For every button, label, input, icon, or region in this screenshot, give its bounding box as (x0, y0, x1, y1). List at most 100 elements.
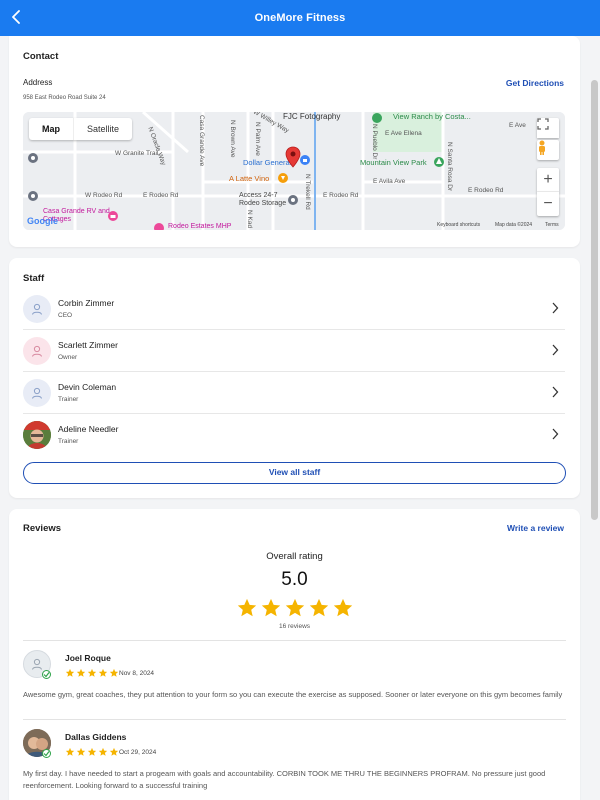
star-icon (309, 598, 328, 617)
map-toggle-map[interactable]: Map (29, 118, 73, 140)
staff-name: Adeline Needler (58, 424, 119, 434)
star-icon (333, 598, 352, 617)
review-date: Oct 29, 2024 (119, 749, 157, 756)
staff-name: Devin Coleman (58, 382, 117, 392)
street-view-button[interactable] (537, 140, 559, 160)
zoom-in-button[interactable]: + (537, 168, 559, 192)
star-icon (285, 598, 304, 617)
avatar (23, 337, 51, 365)
location-pin-icon[interactable] (285, 146, 301, 168)
staff-title: Staff (23, 273, 45, 284)
chevron-right-icon (552, 344, 559, 356)
keyboard-shortcuts-link[interactable]: Keyboard shortcuts (437, 222, 480, 228)
map-toggle-satellite[interactable]: Satellite (73, 118, 132, 140)
map-view[interactable]: Map Satellite W Willey Way N Oracle Way … (23, 112, 565, 230)
star-icon (65, 747, 75, 756)
map-label: N Santa Rosa Dr (446, 142, 453, 192)
staff-row-adeline[interactable]: Adeline Needler Trainer (23, 414, 565, 456)
star-icon (65, 668, 75, 677)
map-data-credit: Map data ©2024 (495, 222, 533, 228)
map-label: Mountain View Park (360, 158, 427, 167)
reviewer-name: Dallas Giddens (65, 732, 127, 742)
terms-link[interactable]: Terms (545, 222, 559, 228)
overall-stars (9, 597, 580, 619)
pegman-icon (539, 140, 545, 155)
back-button[interactable] (6, 6, 28, 28)
chevron-right-icon (552, 386, 559, 398)
user-placeholder-icon (32, 303, 42, 315)
user-placeholder-icon (32, 387, 42, 399)
profile-photo-icon (23, 421, 51, 449)
staff-role: CEO (58, 312, 73, 319)
scrollbar[interactable] (591, 80, 598, 520)
lodging-icon (108, 211, 118, 221)
review-count: 16 reviews (278, 623, 311, 630)
zoom-out-button[interactable]: − (537, 192, 559, 216)
map-label: E Rodeo Rd (143, 192, 179, 199)
write-review-link[interactable]: Write a review (507, 523, 564, 533)
review-text: Awesome gym, great coaches, they put att… (23, 690, 563, 699)
poi-icon (28, 191, 38, 201)
staff-row-corbin[interactable]: Corbin Zimmer CEO (23, 288, 565, 330)
star-icon (261, 598, 280, 617)
map-label: E Rodeo Rd (323, 192, 359, 199)
fullscreen-icon (537, 118, 549, 130)
fullscreen-button[interactable] (537, 118, 559, 138)
food-icon (278, 173, 288, 183)
get-directions-link[interactable]: Get Directions (506, 78, 564, 88)
content-area: Contact Address 958 East Rodeo Road Suit… (0, 36, 600, 800)
map-label: N Brown Ave (229, 120, 236, 158)
avatar (23, 295, 51, 323)
map-type-toggle: Map Satellite (29, 118, 133, 140)
star-icon (109, 668, 119, 677)
page-title: OneMore Fitness (254, 12, 346, 24)
chevron-right-icon (552, 428, 559, 440)
address-value: 958 East Rodeo Road Suite 24 (23, 95, 106, 101)
divider (23, 719, 566, 720)
staff-card: Staff Corbin Zimmer CEO Scarlett Zimmer … (9, 258, 580, 498)
view-all-staff-button[interactable]: View all staff (23, 462, 566, 484)
map-label: E Ave Ellena (385, 130, 422, 137)
address-label: Address (23, 78, 53, 87)
map-label: N Palm Ave (254, 122, 261, 156)
verified-badge (42, 749, 51, 758)
overall-rating-title: Overall rating (266, 551, 323, 562)
star-icon (76, 747, 86, 756)
poi-icon (288, 195, 298, 205)
avatar (23, 379, 51, 407)
verified-badge (42, 670, 51, 679)
contact-card: Contact Address 958 East Rodeo Road Suit… (9, 36, 580, 247)
star-icon (98, 668, 108, 677)
map-label: W Rodeo Rd (85, 192, 123, 199)
staff-row-scarlett[interactable]: Scarlett Zimmer Owner (23, 330, 565, 372)
chevron-left-icon (12, 10, 20, 24)
check-icon (43, 672, 50, 678)
app-header: OneMore Fitness (0, 0, 600, 36)
map-label: Casa Grande Ave (198, 115, 205, 167)
contact-title: Contact (23, 51, 59, 62)
map-label: FJC Fotography (283, 112, 341, 121)
map-label: Rodeo Estates MHP (168, 223, 232, 230)
staff-name: Corbin Zimmer (58, 298, 115, 308)
check-icon (43, 751, 50, 757)
poi-icon (28, 153, 38, 163)
divider (23, 640, 566, 641)
star-icon (237, 598, 256, 617)
chevron-right-icon (552, 302, 559, 314)
map-label: N Trekell Rd (304, 174, 311, 210)
map-label: N Kad (246, 210, 253, 229)
map-label: View Ranch by Costa... (393, 112, 471, 121)
star-icon (109, 747, 119, 756)
park-icon (372, 113, 382, 123)
staff-row-devin[interactable]: Devin Coleman Trainer (23, 372, 565, 414)
user-placeholder-icon (32, 345, 42, 357)
reviews-card: Reviews Write a review Overall rating 5.… (9, 509, 580, 800)
staff-name: Scarlett Zimmer (58, 340, 118, 350)
avatar-photo (23, 421, 51, 449)
map-label: E Rodeo Rd (468, 187, 504, 194)
star-icon (98, 747, 108, 756)
map-label: W Granite Trail (115, 150, 159, 157)
reviews-title: Reviews (23, 523, 62, 534)
review-stars (65, 747, 119, 757)
review-stars (65, 668, 119, 678)
